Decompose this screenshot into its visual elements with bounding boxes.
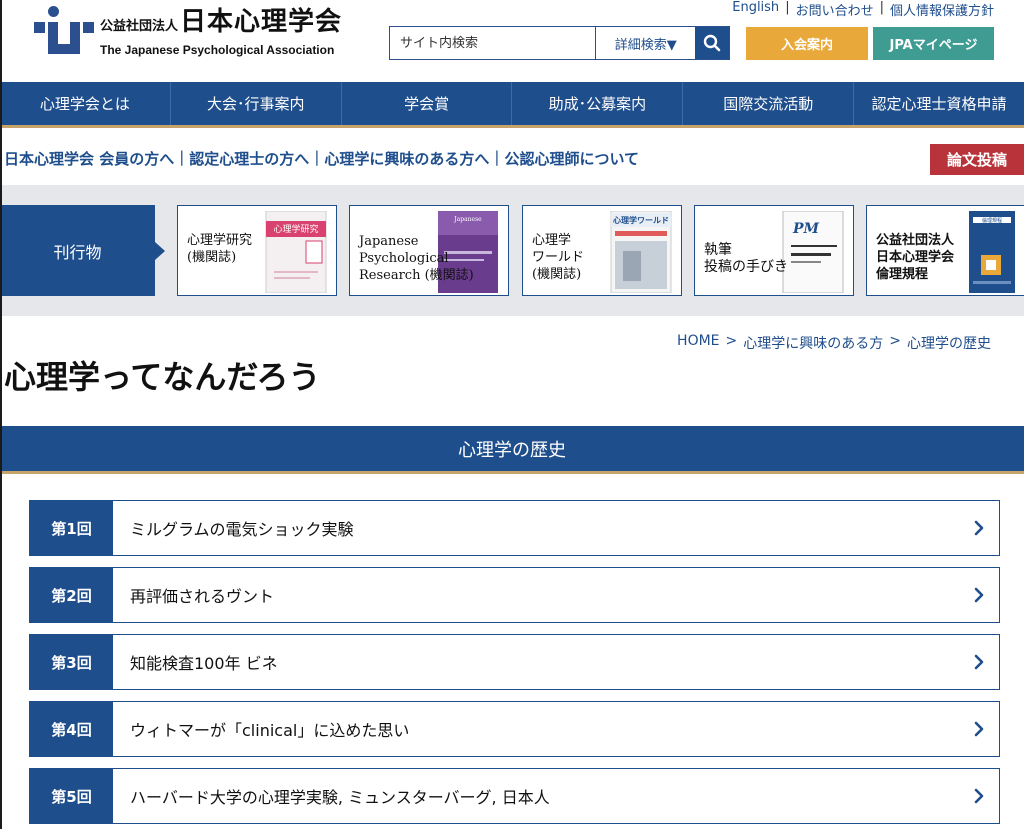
breadcrumb-separator: > (725, 333, 738, 349)
publication-card-shinrigaku-kenkyu[interactable]: 心理学研究 (機関誌) 心理学研究 (177, 205, 337, 296)
section-heading: 心理学の歴史 (0, 426, 1024, 474)
article-title: 知能検査100年 ビネ (130, 654, 278, 673)
nav-item-certification[interactable]: 認定心理士資格申請 (854, 82, 1024, 125)
contact-link[interactable]: お問い合わせ (796, 0, 874, 19)
publications-label: 刊行物 (0, 205, 155, 296)
cover-title: 心理学研究 (273, 223, 318, 235)
article-title: ミルグラムの電気ショック実験 (130, 520, 354, 539)
article-title: ハーバード大学の心理学実験, ミュンスターバーグ, 日本人 (130, 788, 550, 807)
article-number: 第2回 (30, 568, 113, 622)
article-title: ウィトマーが「clinical」に込めた思い (130, 721, 410, 740)
page-left-border (0, 0, 2, 829)
breadcrumb-interested[interactable]: 心理学に興味のある方 (743, 333, 883, 353)
nav-item-events[interactable]: 大会･行事案内 (171, 82, 342, 125)
logo-text: 公益社団法人 日本心理学会 The Japanese Psychological… (100, 8, 342, 57)
advanced-search-dropdown[interactable]: 詳細検索▼ (595, 27, 695, 59)
nav-item-international[interactable]: 国際交流活動 (683, 82, 855, 125)
publication-card-text: Japanese Psychological Research (機関誌) (359, 234, 474, 283)
page-title: 心理学ってなんだろう (4, 358, 321, 396)
cover-title: 心理学ワールド (613, 215, 669, 225)
nav-item-awards[interactable]: 学会賞 (342, 82, 513, 125)
publications-arrow-icon (155, 242, 165, 260)
utility-divider: | (879, 0, 884, 15)
audience-divider: | (494, 148, 500, 166)
audience-bar: 日本心理学会 会員の方へ | 認定心理士の方へ | 心理学に興味のある方へ | … (0, 131, 1024, 185)
audience-link-interested[interactable]: 心理学に興味のある方へ (324, 148, 489, 169)
cover-title: 倫理規程 (982, 217, 1002, 224)
publication-card-shinrigaku-world[interactable]: 心理学 ワールド (機関誌) 心理学ワールド (522, 205, 682, 296)
audience-divider: | (314, 148, 320, 166)
logo-mark-icon (34, 6, 94, 58)
audience-divider: | (179, 148, 185, 166)
journal-cover-icon: 心理学ワールド (610, 211, 672, 293)
list-item[interactable]: 第1回 ミルグラムの電気ショック実験 (29, 500, 1000, 556)
article-number: 第4回 (30, 702, 113, 756)
article-number: 第5回 (30, 769, 113, 823)
audience-link-licensed[interactable]: 公認心理師について (504, 148, 639, 169)
cover-title: Japanese (453, 216, 482, 223)
publication-card-writing-guide[interactable]: 執筆 投稿の手びき PM (694, 205, 854, 296)
logo-english-name: The Japanese Psychological Association (100, 42, 335, 57)
publication-card-text: 執筆 投稿の手びき (704, 242, 788, 275)
publication-card-ethics-code[interactable]: 公益社団法人 日本心理学会 倫理規程 倫理規程 (866, 205, 1024, 296)
site-logo[interactable]: 公益社団法人 日本心理学会 The Japanese Psychological… (34, 6, 342, 58)
article-number: 第3回 (30, 635, 113, 689)
publication-card-text: 心理学 ワールド (機関誌) (532, 233, 585, 282)
cover-logo: PM (792, 221, 820, 237)
list-item[interactable]: 第4回 ウィトマーが「clinical」に込めた思い (29, 701, 1000, 757)
breadcrumb-home[interactable]: HOME (677, 333, 719, 353)
list-item[interactable]: 第3回 知能検査100年 ビネ (29, 634, 1000, 690)
membership-button[interactable]: 入会案内 (746, 27, 868, 60)
audience-link-members[interactable]: 日本心理学会 会員の方へ (4, 148, 174, 169)
list-item[interactable]: 第2回 再評価されるヴント (29, 567, 1000, 623)
breadcrumb-current: 心理学の歴史 (907, 336, 991, 352)
chevron-right-icon (959, 653, 999, 671)
paper-submission-button[interactable]: 論文投稿 (930, 144, 1024, 175)
chevron-right-icon (959, 720, 999, 738)
chevron-right-icon (959, 787, 999, 805)
breadcrumb: HOME > 心理学に興味のある方 > 心理学の歴史 (677, 333, 991, 353)
audience-links: 日本心理学会 会員の方へ | 認定心理士の方へ | 心理学に興味のある方へ | … (4, 148, 639, 169)
nav-item-grants[interactable]: 助成･公募案内 (512, 82, 684, 125)
publication-card-text: 公益社団法人 日本心理学会 倫理規程 (876, 233, 955, 282)
chevron-right-icon (959, 519, 999, 537)
logo-org-type: 公益社団法人 (100, 18, 179, 34)
privacy-link[interactable]: 個人情報保護方針 (890, 0, 994, 19)
article-title: 再評価されるヴント (130, 587, 275, 606)
publication-card-text: 心理学研究 (機関誌) (187, 233, 253, 265)
jpa-mypage-button[interactable]: JPAマイページ (873, 27, 994, 60)
article-number: 第1回 (30, 501, 113, 555)
search-icon (703, 34, 721, 52)
search-input[interactable] (390, 27, 596, 59)
logo-org-name: 日本心理学会 (180, 6, 343, 37)
publications-strip: 刊行物 心理学研究 (機関誌) 心理学研究 Japanese Psycholog… (0, 185, 1024, 316)
site-header: 公益社団法人 日本心理学会 The Japanese Psychological… (0, 0, 1024, 82)
publication-card-jpr[interactable]: Japanese Psychological Research (機関誌) Ja… (349, 205, 509, 296)
utility-divider: | (785, 0, 790, 15)
nav-item-about[interactable]: 心理学会とは (0, 82, 171, 125)
english-link[interactable]: English (732, 0, 779, 19)
list-item[interactable]: 第5回 ハーバード大学の心理学実験, ミュンスターバーグ, 日本人 (29, 768, 1000, 824)
journal-cover-icon: 倫理規程 (969, 211, 1015, 293)
search-button[interactable] (695, 27, 729, 59)
audience-link-certified[interactable]: 認定心理士の方へ (189, 148, 309, 169)
chevron-right-icon (959, 586, 999, 604)
site-search: 詳細検索▼ (389, 26, 730, 60)
utility-links: English | お問い合わせ | 個人情報保護方針 (732, 0, 994, 19)
breadcrumb-separator: > (889, 333, 901, 349)
main-navigation: 心理学会とは 大会･行事案内 学会賞 助成･公募案内 国際交流活動 認定心理士資… (0, 82, 1024, 128)
journal-cover-icon: 心理学研究 (265, 211, 327, 293)
